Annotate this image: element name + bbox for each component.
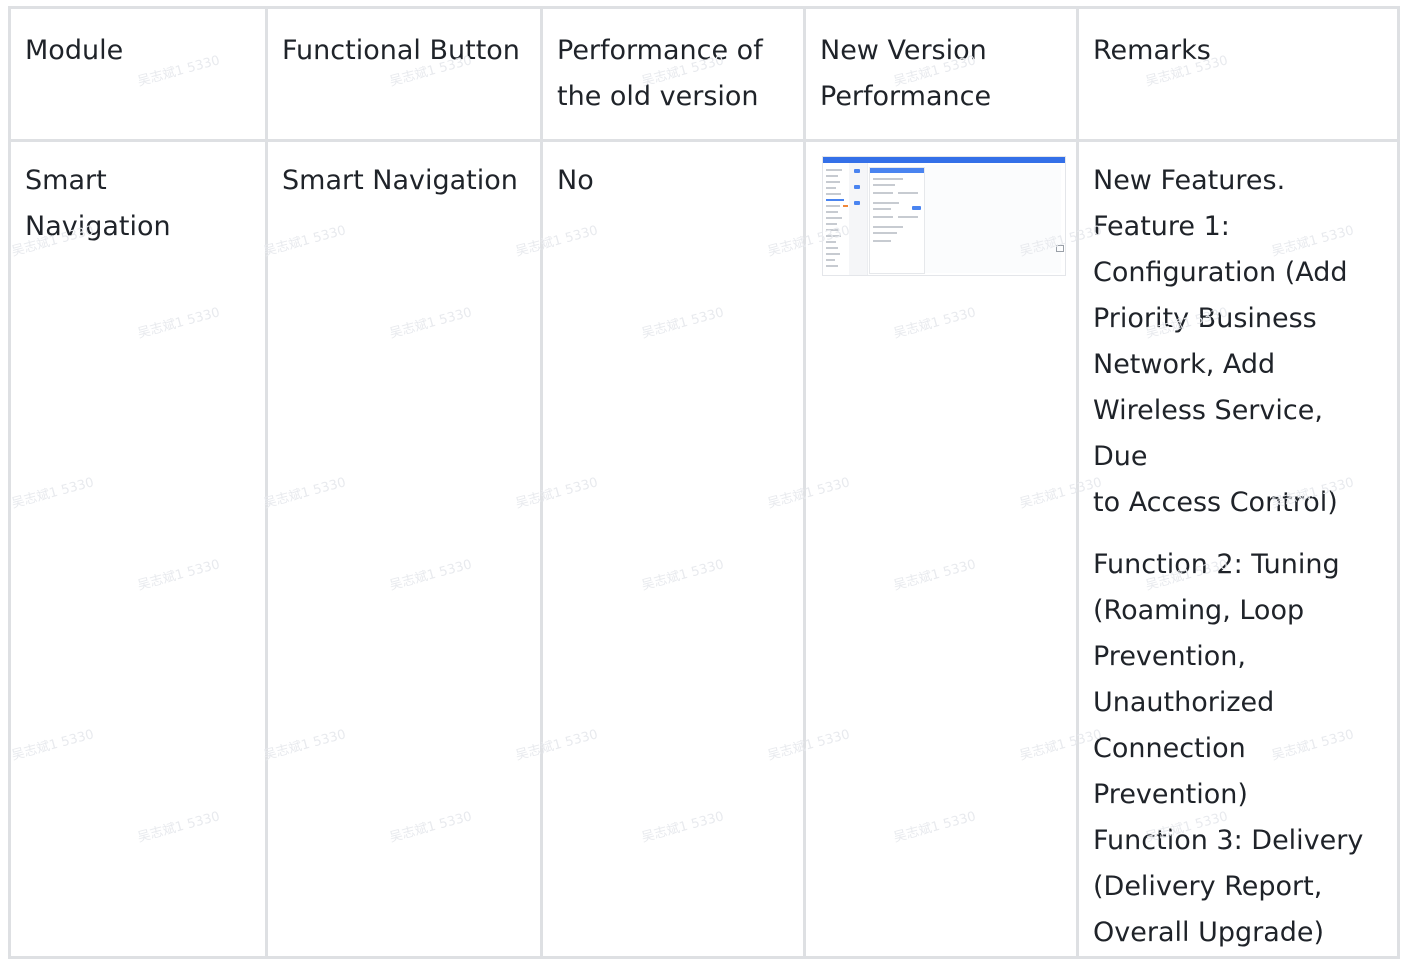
remarks-line: to Access Control): [1093, 487, 1338, 518]
document-table-container: Module Functional Button Performance of …: [8, 6, 1400, 959]
header-old-version-line1: Performance of: [557, 35, 763, 66]
remarks-line: Prevention,: [1093, 641, 1246, 672]
header-module-text: Module: [25, 35, 124, 66]
cell-old-version: No: [540, 139, 806, 959]
remarks-line: (Roaming, Loop: [1093, 595, 1305, 626]
header-functional-button-text: Functional Button: [282, 35, 520, 66]
thumbnail-corner-icon: [1056, 245, 1064, 252]
cell-remarks: New Features. Feature 1: Configuration (…: [1076, 139, 1400, 959]
remarks-block-2: Function 2: Tuning (Roaming, Loop Preven…: [1093, 542, 1383, 956]
table-row: Smart Navigation Smart Navigation No New…: [8, 139, 1400, 959]
remarks-line: Configuration (Add: [1093, 257, 1348, 288]
remarks-line: Priority Business: [1093, 303, 1317, 334]
remarks-line: Wireless Service, Due: [1093, 395, 1323, 472]
header-remarks: Remarks: [1076, 6, 1400, 142]
cell-functional-button: Smart Navigation: [265, 139, 543, 959]
header-module: Module: [8, 6, 268, 142]
header-new-version-line1: New Version: [820, 35, 987, 66]
header-functional-button: Functional Button: [265, 6, 543, 142]
module-line2: Navigation: [25, 211, 171, 242]
remarks-line: New Features.: [1093, 165, 1286, 196]
table-header-row: Module Functional Button Performance of …: [8, 6, 1400, 142]
header-old-version: Performance of the old version: [540, 6, 806, 142]
remarks-line: Function 3: Delivery: [1093, 825, 1364, 856]
thumbnail-panel: [869, 167, 925, 274]
thumbnail-main-area: [925, 165, 1061, 273]
functional-button-text: Smart Navigation: [282, 165, 518, 196]
header-new-version-line2: Performance: [820, 81, 992, 112]
thumbnail-nav: [849, 163, 868, 275]
remarks-line: Overall Upgrade): [1093, 917, 1325, 948]
header-new-version: New Version Performance: [803, 6, 1079, 142]
header-remarks-text: Remarks: [1093, 35, 1211, 66]
remarks-block-1: New Features. Feature 1: Configuration (…: [1093, 158, 1383, 526]
module-line1: Smart: [25, 165, 107, 196]
remarks-line: Function 2: Tuning: [1093, 549, 1340, 580]
cell-new-version: [803, 139, 1079, 959]
remarks-line: Unauthorized: [1093, 687, 1275, 718]
remarks-line: Connection: [1093, 733, 1246, 764]
remarks-line: Prevention): [1093, 779, 1248, 810]
header-old-version-line2: the old version: [557, 81, 759, 112]
cell-module: Smart Navigation: [8, 139, 268, 959]
feature-comparison-table: Module Functional Button Performance of …: [8, 6, 1400, 959]
remarks-line: Network, Add: [1093, 349, 1276, 380]
remarks-line: (Delivery Report,: [1093, 871, 1323, 902]
thumbnail-sidebar: [823, 163, 850, 275]
remarks-line: Feature 1:: [1093, 211, 1230, 242]
old-version-text: No: [557, 165, 594, 196]
new-version-screenshot-thumbnail[interactable]: [822, 156, 1066, 276]
